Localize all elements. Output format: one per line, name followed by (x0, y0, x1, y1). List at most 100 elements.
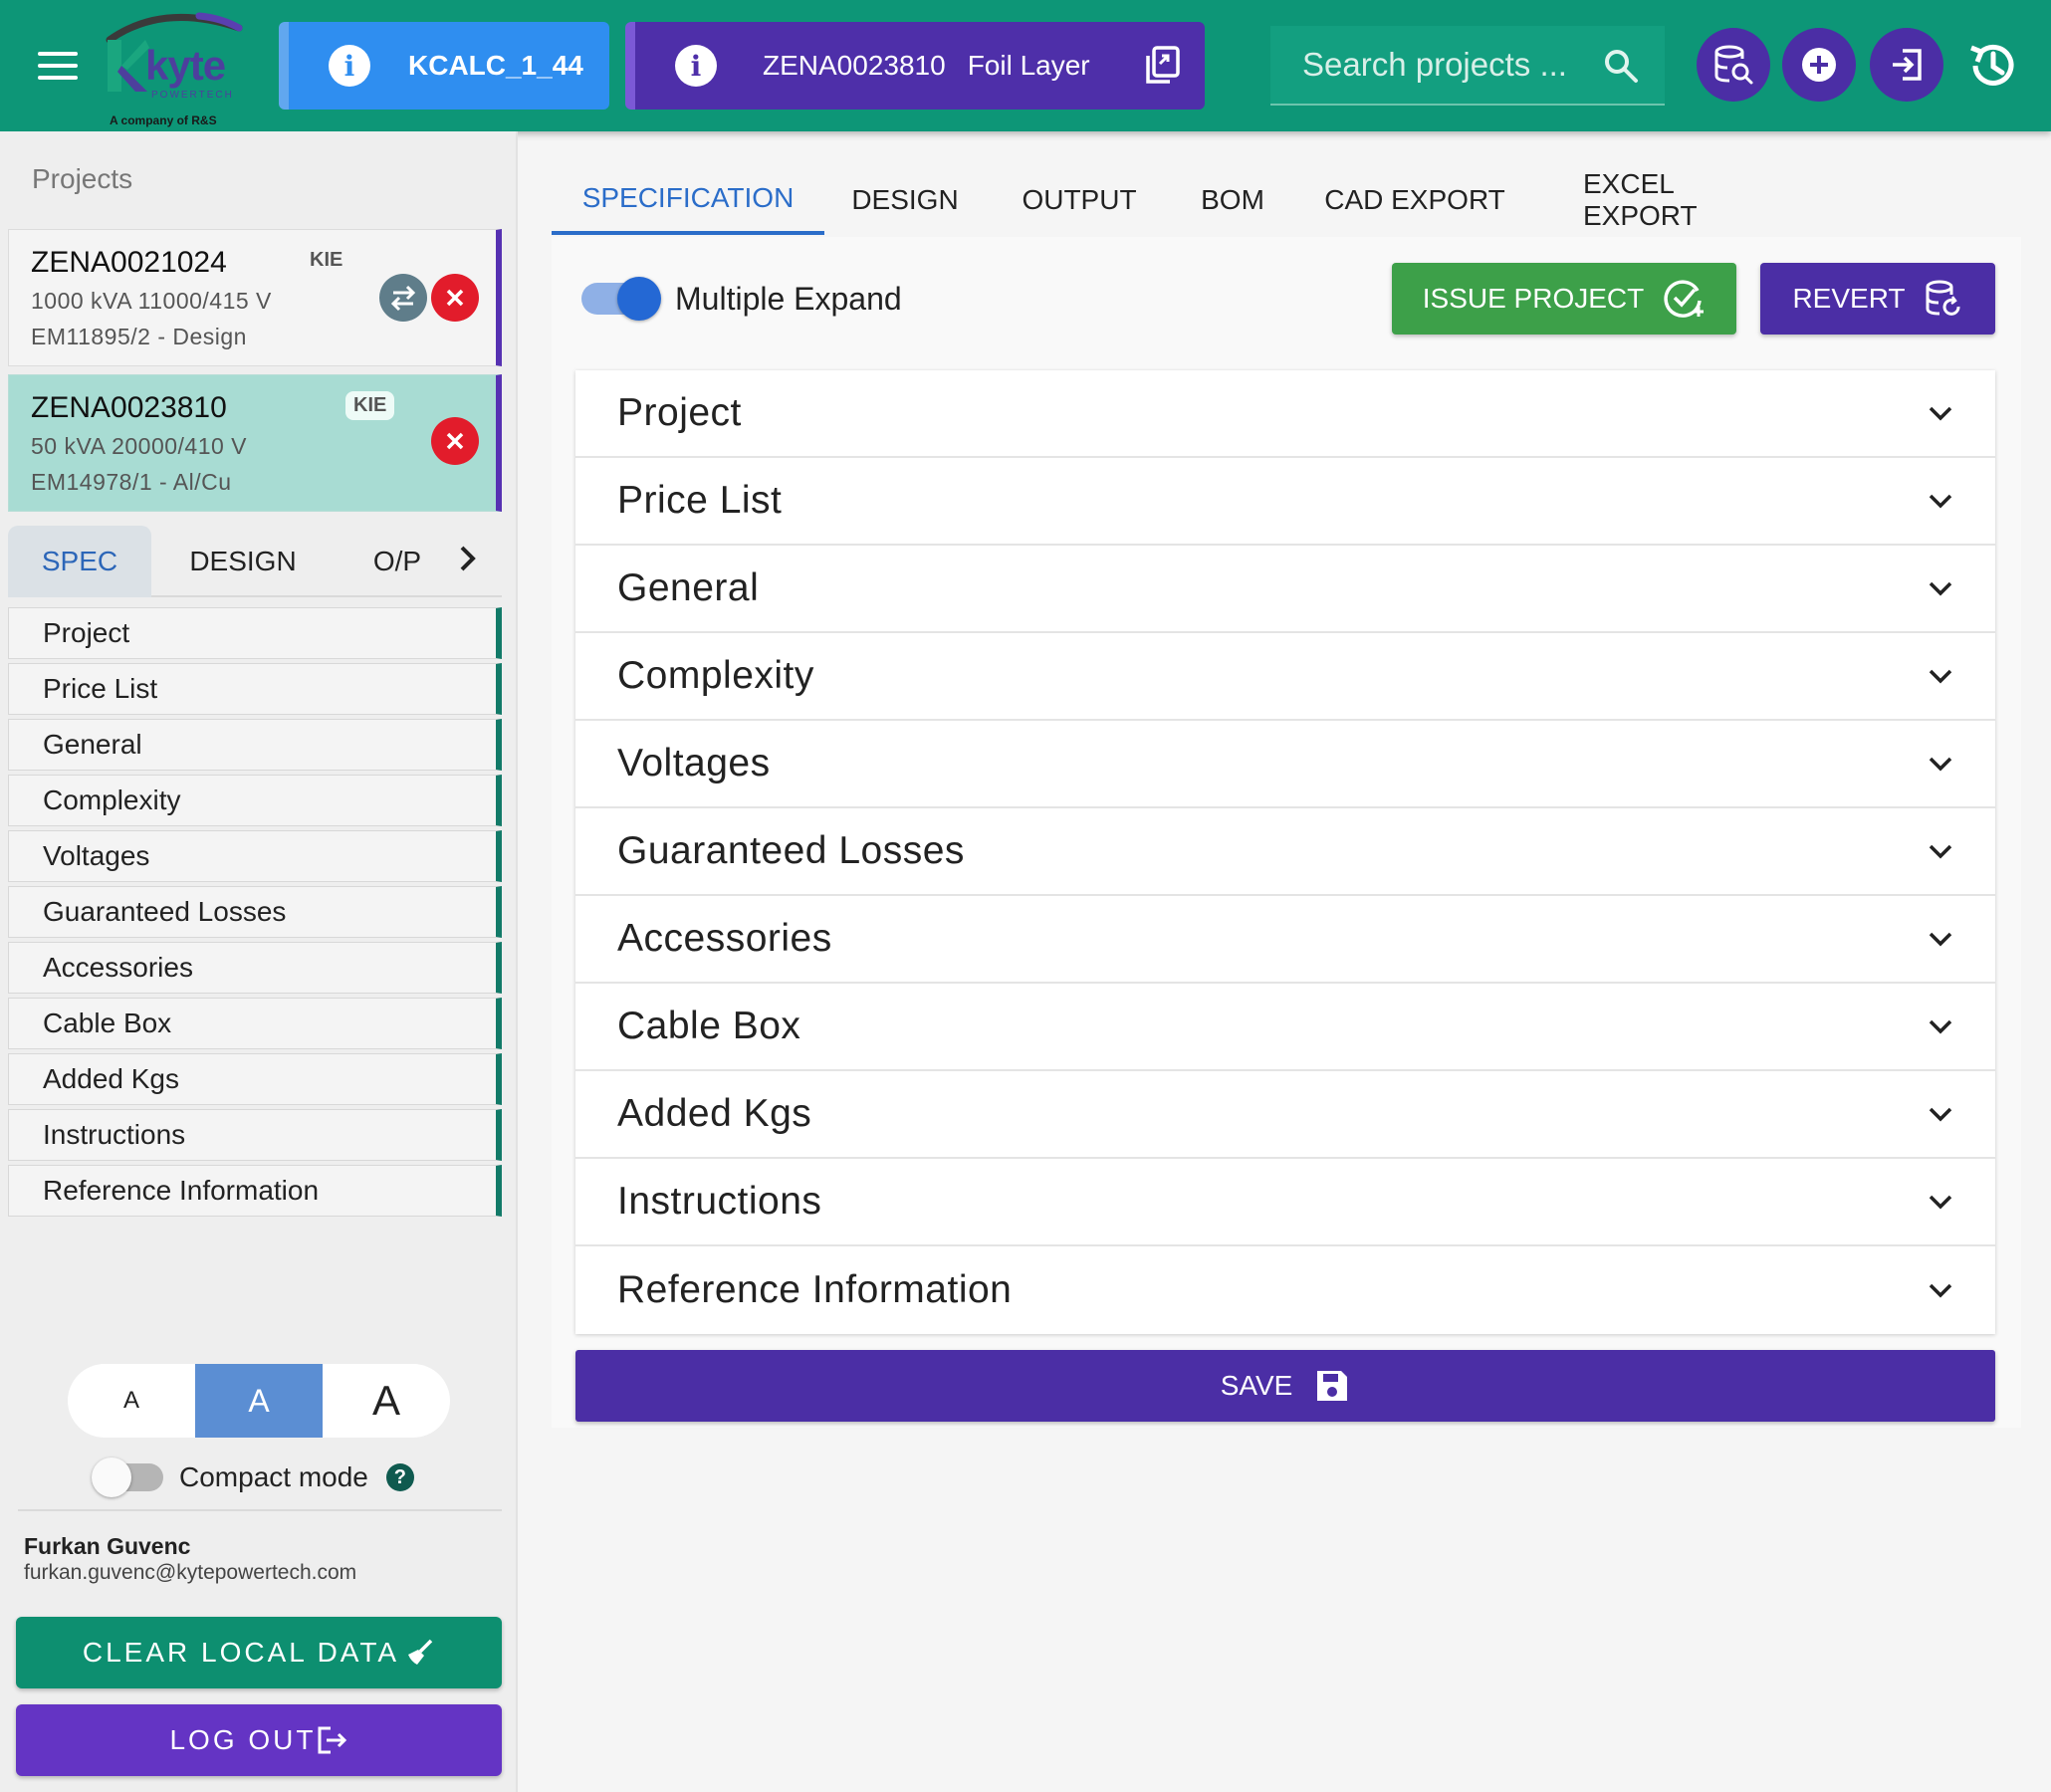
help-icon[interactable]: ? (385, 1463, 414, 1491)
sidebar-item-reference-information[interactable]: Reference Information (8, 1165, 502, 1217)
multiple-expand-switch[interactable] (581, 277, 661, 321)
sidebar-item-complexity[interactable]: Complexity (8, 775, 502, 826)
divider (18, 1509, 502, 1511)
tab-cad-export[interactable]: CAD EXPORT (1320, 165, 1509, 235)
compact-mode-row: Compact mode ? (92, 1452, 414, 1503)
accordion-general[interactable]: General (575, 546, 1995, 633)
swap-icon (390, 285, 416, 312)
copy-icon[interactable] (1144, 46, 1180, 86)
close-icon (446, 432, 464, 450)
issue-project-button[interactable]: ISSUE PROJECT (1392, 263, 1736, 335)
issue-project-label: ISSUE PROJECT (1422, 283, 1645, 314)
project-card[interactable]: ZENA0021024 KIE 1000 kVA 11000/415 V EM1… (8, 229, 502, 366)
check-circle-icon (1664, 280, 1705, 318)
swap-button[interactable] (379, 274, 427, 322)
font-size-toggle: A A A (68, 1364, 450, 1438)
history-icon[interactable] (1965, 38, 2021, 94)
accordion-title: Project (617, 391, 742, 434)
sidebar-tab-output[interactable]: O/P (342, 526, 452, 597)
revert-label: REVERT (1792, 283, 1906, 314)
add-project-button[interactable] (1782, 28, 1856, 102)
kyte-logo[interactable]: kyte POWERTECH A company of R&S (98, 6, 247, 127)
project-rating: 1000 kVA 11000/415 V (31, 288, 272, 314)
tab-output[interactable]: OUTPUT (1012, 165, 1147, 235)
close-project-button[interactable] (431, 417, 479, 465)
chevron-down-icon (1929, 1195, 1952, 1210)
accordion-title: Complexity (617, 654, 814, 697)
info-icon[interactable]: i (329, 45, 370, 87)
accordion-guaranteed-losses[interactable]: Guaranteed Losses (575, 808, 1995, 896)
info-icon[interactable]: i (675, 45, 717, 87)
active-project-id: ZENA0023810 (763, 50, 946, 81)
sidebar-item-project[interactable]: Project (8, 607, 502, 659)
sidebar-item-instructions[interactable]: Instructions (8, 1109, 502, 1161)
menu-icon[interactable] (38, 52, 78, 80)
accordion-title: Instructions (617, 1180, 822, 1223)
projects-heading: Projects (32, 163, 133, 194)
accordion-project[interactable]: Project (575, 370, 1995, 458)
search-box[interactable] (1270, 26, 1665, 106)
import-icon (1893, 49, 1922, 81)
chevron-down-icon (1929, 1019, 1952, 1034)
logo-k-mark-icon (108, 40, 149, 92)
project-badge: KIE (310, 249, 343, 271)
project-badge: KIE (345, 391, 395, 420)
sidebar-item-voltages[interactable]: Voltages (8, 830, 502, 882)
accordion-title: Guaranteed Losses (617, 829, 965, 872)
import-button[interactable] (1870, 28, 1943, 102)
save-label: SAVE (1220, 1370, 1293, 1401)
sidebar-item-guaranteed-losses[interactable]: Guaranteed Losses (8, 886, 502, 938)
sidebar-tab-design[interactable]: DESIGN (167, 526, 319, 597)
accordion-title: General (617, 566, 760, 609)
accordion-voltages[interactable]: Voltages (575, 721, 1995, 808)
multiple-expand-label: Multiple Expand (675, 281, 902, 317)
sidebar-item-accessories[interactable]: Accessories (8, 942, 502, 994)
compact-mode-switch[interactable] (92, 1457, 163, 1497)
chevron-down-icon (1929, 1107, 1952, 1122)
database-search-button[interactable] (1697, 28, 1770, 102)
accordion-reference-information[interactable]: Reference Information (575, 1246, 1995, 1334)
project-id: ZENA0023810 (31, 391, 227, 424)
accordion-added-kgs[interactable]: Added Kgs (575, 1071, 1995, 1159)
chevron-down-icon (1929, 757, 1952, 772)
log-out-label: LOG OUT (169, 1724, 317, 1755)
search-icon[interactable] (1603, 48, 1639, 84)
sidebar-item-price-list[interactable]: Price List (8, 663, 502, 715)
accordion-accessories[interactable]: Accessories (575, 896, 1995, 984)
log-out-button[interactable]: LOG OUT (16, 1704, 502, 1776)
close-project-button[interactable] (431, 274, 479, 322)
sidebar-tab-spec[interactable]: SPEC (8, 526, 151, 597)
accordion-cable-box[interactable]: Cable Box (575, 984, 1995, 1071)
tab-specification[interactable]: SPECIFICATION (552, 165, 824, 235)
tab-design[interactable]: DESIGN (840, 165, 970, 235)
sidebar-item-cable-box[interactable]: Cable Box (8, 998, 502, 1049)
clear-local-data-label: CLEAR LOCAL DATA (82, 1637, 400, 1668)
chevron-right-icon[interactable] (456, 544, 480, 573)
chevron-down-icon (1929, 494, 1952, 509)
font-size-medium[interactable]: A (195, 1364, 323, 1438)
font-size-large[interactable]: A (323, 1364, 450, 1438)
close-icon (446, 289, 464, 307)
project-design-ref: EM14978/1 - Al/Cu (31, 469, 232, 495)
main-tabs: SPECIFICATION DESIGN OUTPUT BOM CAD EXPO… (552, 165, 2021, 235)
revert-button[interactable]: REVERT (1760, 263, 1995, 335)
tab-excel-export[interactable]: EXCEL EXPORT (1583, 165, 1794, 235)
logo-company: A company of R&S (110, 113, 217, 127)
accordion-complexity[interactable]: Complexity (575, 633, 1995, 721)
tab-bom[interactable]: BOM (1189, 165, 1276, 235)
sidebar-item-general[interactable]: General (8, 719, 502, 771)
kcalc-version-chip[interactable]: i KCALC_1_44 (279, 22, 609, 110)
database-search-icon (1714, 45, 1753, 85)
font-size-small[interactable]: A (68, 1364, 195, 1438)
clear-local-data-button[interactable]: CLEAR LOCAL DATA (16, 1617, 502, 1688)
sidebar-item-added-kgs[interactable]: Added Kgs (8, 1053, 502, 1105)
search-input[interactable] (1302, 46, 1601, 84)
sidebar: Projects ZENA0021024 KIE 1000 kVA 11000/… (0, 131, 518, 1792)
save-button[interactable]: SAVE (575, 1350, 1995, 1422)
accordion-price-list[interactable]: Price List (575, 458, 1995, 546)
project-card-active[interactable]: ZENA0023810 KIE 50 kVA 20000/410 V EM149… (8, 374, 502, 512)
active-project-chip[interactable]: i ZENA0023810 Foil Layer (625, 22, 1205, 110)
accordion-instructions[interactable]: Instructions (575, 1159, 1995, 1246)
project-rating: 50 kVA 20000/410 V (31, 433, 248, 459)
spec-section-list: Project Price List General Complexity Vo… (8, 607, 502, 1221)
